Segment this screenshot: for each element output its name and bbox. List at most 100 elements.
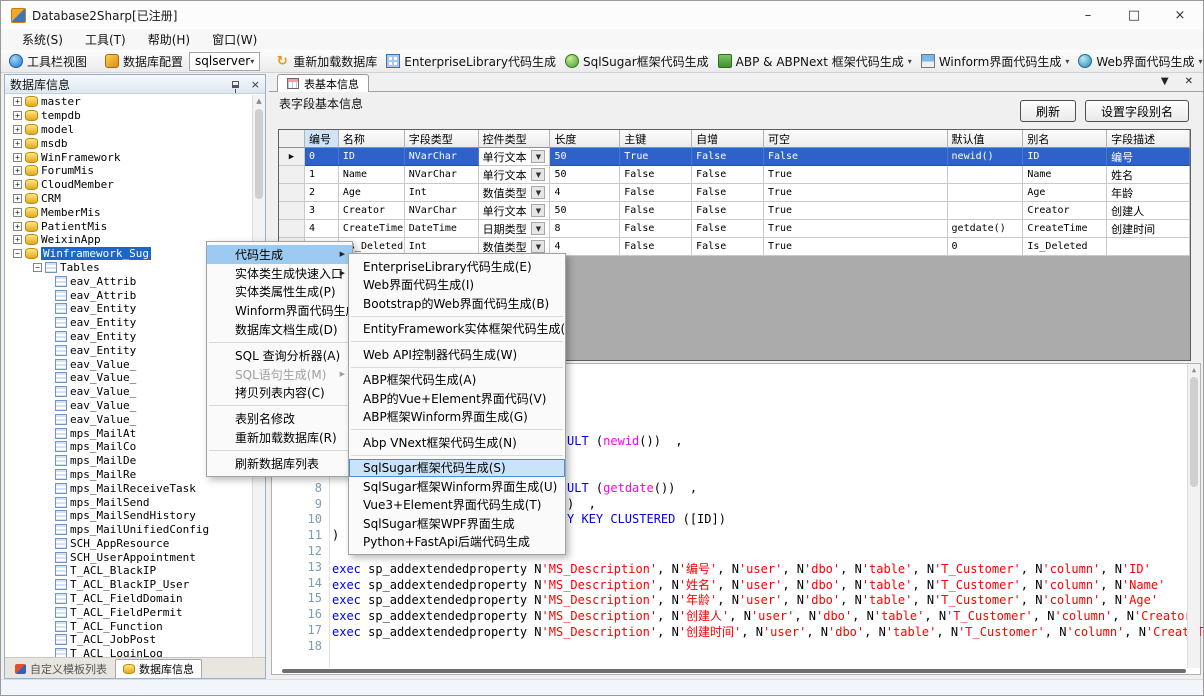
toolbar-button-SqlSugar框架代码生成[interactable]: SqlSugar框架代码生成 [562, 52, 712, 71]
grid-cell[interactable]: Creator [339, 202, 405, 220]
tab-close-icon[interactable]: ✕ [1185, 76, 1193, 87]
toolbar-button-Web界面代码生成[interactable]: Web界面代码生成▾ [1075, 52, 1204, 71]
grid-cell[interactable]: Age [1023, 184, 1107, 202]
grid-cell[interactable]: False [692, 202, 764, 220]
grid-cell[interactable]: False [620, 202, 692, 220]
grid-cell[interactable]: Name [1023, 166, 1107, 184]
tree-item-mps_MailReceiveTask[interactable]: mps_MailReceiveTask [5, 481, 252, 495]
chevron-down-icon[interactable]: ▾ [1199, 57, 1203, 66]
tree-item-WinFramework[interactable]: +WinFramework [5, 150, 252, 164]
grid-cell[interactable]: NVarChar [405, 166, 479, 184]
grid-cell[interactable]: 4 [550, 184, 620, 202]
menu-item-SqlSugar框架Winform界面生成(U)[interactable]: SqlSugar框架Winform界面生成(U) [349, 477, 565, 496]
grid-cell[interactable]: 姓名 [1107, 166, 1190, 184]
menu-item-ABP的Vue+Element界面代码(V)[interactable]: ABP的Vue+Element界面代码(V) [349, 389, 565, 408]
grid-cell[interactable]: 数值类型▼ [479, 184, 551, 202]
column-header-可空[interactable]: 可空 [764, 130, 948, 148]
grid-cell[interactable]: 8 [550, 220, 620, 238]
column-header-主键[interactable]: 主键 [620, 130, 692, 148]
tree-item-T_ACL_BlackIP[interactable]: T_ACL_BlackIP [5, 564, 252, 578]
grid-cell[interactable]: 创建时间 [1107, 220, 1190, 238]
grid-cell[interactable]: 4 [305, 220, 339, 238]
chevron-down-icon[interactable]: ▾ [908, 57, 912, 66]
menubar-item-0[interactable]: 系统(S) [11, 31, 74, 48]
grid-cell[interactable]: Age [339, 184, 405, 202]
grid-cell[interactable]: 1 [305, 166, 339, 184]
grid-cell[interactable]: False [692, 220, 764, 238]
expand-icon[interactable]: + [13, 111, 22, 120]
collapse-icon[interactable]: − [13, 249, 22, 258]
grid-cell[interactable]: Is_Deleted [1023, 238, 1107, 256]
menu-item-ABP框架代码生成(A)[interactable]: ABP框架代码生成(A) [349, 371, 565, 390]
grid-cell[interactable]: 年龄 [1107, 184, 1190, 202]
tab-list-dropdown-icon[interactable]: ▼ [1161, 76, 1169, 87]
combo-dropdown-icon[interactable]: ▼ [531, 204, 545, 217]
menu-item-Web API控制器代码生成(W)[interactable]: Web API控制器代码生成(W) [349, 345, 565, 364]
menu-item-EnterpriseLibrary代码生成(E)[interactable]: EnterpriseLibrary代码生成(E) [349, 257, 565, 276]
grid-cell[interactable]: CreateTime [1023, 220, 1107, 238]
menu-item-代码生成[interactable]: 代码生成▶ [207, 245, 352, 264]
grid-cell[interactable]: True [620, 148, 692, 166]
toolbar-button-Winform界面代码生成[interactable]: Winform界面代码生成▾ [918, 52, 1073, 71]
grid-cell[interactable]: DateTime [405, 220, 479, 238]
menu-item-实体类生成快速入口[interactable]: 实体类生成快速入口▶ [207, 264, 352, 283]
combo-dropdown-icon[interactable]: ▼ [531, 150, 545, 163]
toolbar-button-ABP & ABPNext 框架代码生成[interactable]: ABP & ABPNext 框架代码生成▾ [715, 52, 915, 71]
set-field-alias-button[interactable]: 设置字段别名 [1085, 100, 1189, 122]
table-row-Name[interactable]: 1NameNVarChar单行文本▼50FalseFalseTrueName姓名 [279, 166, 1190, 184]
tree-item-T_ACL_BlackIP_User[interactable]: T_ACL_BlackIP_User [5, 578, 252, 592]
grid-cell[interactable]: 50 [550, 148, 620, 166]
grid-cell[interactable]: ID [339, 148, 405, 166]
tree-item-CRM[interactable]: +CRM [5, 192, 252, 206]
tree-item-mps_MailSendHistory[interactable]: mps_MailSendHistory [5, 509, 252, 523]
menu-item-Winform界面代码生成(W)[interactable]: Winform界面代码生成(W) [207, 301, 352, 320]
scroll-up-icon[interactable]: ▲ [253, 95, 265, 107]
combo-dropdown-icon[interactable]: ▼ [531, 222, 545, 235]
table-row-Age[interactable]: 2AgeInt数值类型▼4FalseFalseTrueAge年龄 [279, 184, 1190, 202]
grid-cell[interactable]: 0 [948, 238, 1024, 256]
grid-cell[interactable]: True [764, 202, 948, 220]
expand-icon[interactable]: + [13, 166, 22, 175]
tree-item-mps_MailSend[interactable]: mps_MailSend [5, 495, 252, 509]
table-row-Creator[interactable]: 3CreatorNVarChar单行文本▼50FalseFalseTrueCre… [279, 202, 1190, 220]
tree-item-CloudMember[interactable]: +CloudMember [5, 178, 252, 192]
grid-cell[interactable]: True [764, 238, 948, 256]
expand-icon[interactable]: + [13, 208, 22, 217]
expand-icon[interactable]: + [13, 235, 22, 244]
menu-item-拷贝列表内容(C)[interactable]: 拷贝列表内容(C) [207, 384, 352, 403]
expand-icon[interactable]: + [13, 153, 22, 162]
menu-item-数据库文档生成(D)[interactable]: 数据库文档生成(D) [207, 320, 352, 339]
grid-cell[interactable]: ID [1023, 148, 1107, 166]
column-header-名称[interactable]: 名称 [339, 130, 405, 148]
expand-icon[interactable]: + [13, 222, 22, 231]
tree-item-tempdb[interactable]: +tempdb [5, 109, 252, 123]
column-header-字段描述[interactable]: 字段描述 [1107, 130, 1190, 148]
grid-cell[interactable]: newid() [948, 148, 1024, 166]
refresh-button[interactable]: 刷新 [1020, 100, 1076, 122]
grid-cell[interactable]: 单行文本▼ [479, 202, 551, 220]
column-header-默认值[interactable]: 默认值 [948, 130, 1024, 148]
combo-dropdown-icon[interactable]: ▼ [531, 240, 545, 253]
grid-cell[interactable]: True [764, 166, 948, 184]
grid-cell[interactable]: True [764, 184, 948, 202]
combo-dropdown-icon[interactable]: ▼ [531, 186, 545, 199]
column-header-别名[interactable]: 别名 [1023, 130, 1107, 148]
grid-cell[interactable]: Name [339, 166, 405, 184]
tab-table-basic-info[interactable]: 表基本信息 [277, 74, 369, 92]
collapse-icon[interactable]: − [33, 263, 42, 272]
tree-item-PatientMis[interactable]: +PatientMis [5, 219, 252, 233]
selected-row-indicator[interactable]: ▶ [279, 148, 305, 166]
menu-item-Vue3+Element界面代码生成(T)[interactable]: Vue3+Element界面代码生成(T) [349, 496, 565, 515]
maximize-button[interactable]: □ [1111, 1, 1157, 29]
menubar-item-2[interactable]: 帮助(H) [137, 31, 201, 48]
menu-item-实体类属性生成(P)[interactable]: 实体类属性生成(P) [207, 283, 352, 302]
grid-cell[interactable]: False [620, 238, 692, 256]
grid-cell[interactable]: False [692, 238, 764, 256]
pin-icon[interactable] [232, 81, 239, 88]
panel-tab-数据库信息[interactable]: 数据库信息 [115, 659, 202, 678]
menu-item-SqlSugar框架代码生成(S)[interactable]: SqlSugar框架代码生成(S) [349, 459, 565, 478]
panel-tab-自定义模板列表[interactable]: 自定义模板列表 [8, 659, 114, 678]
tree-item-model[interactable]: +model [5, 123, 252, 137]
toolbar-button-重新加载数据库[interactable]: ↻重新加载数据库 [272, 52, 380, 71]
grid-cell[interactable]: False [620, 184, 692, 202]
